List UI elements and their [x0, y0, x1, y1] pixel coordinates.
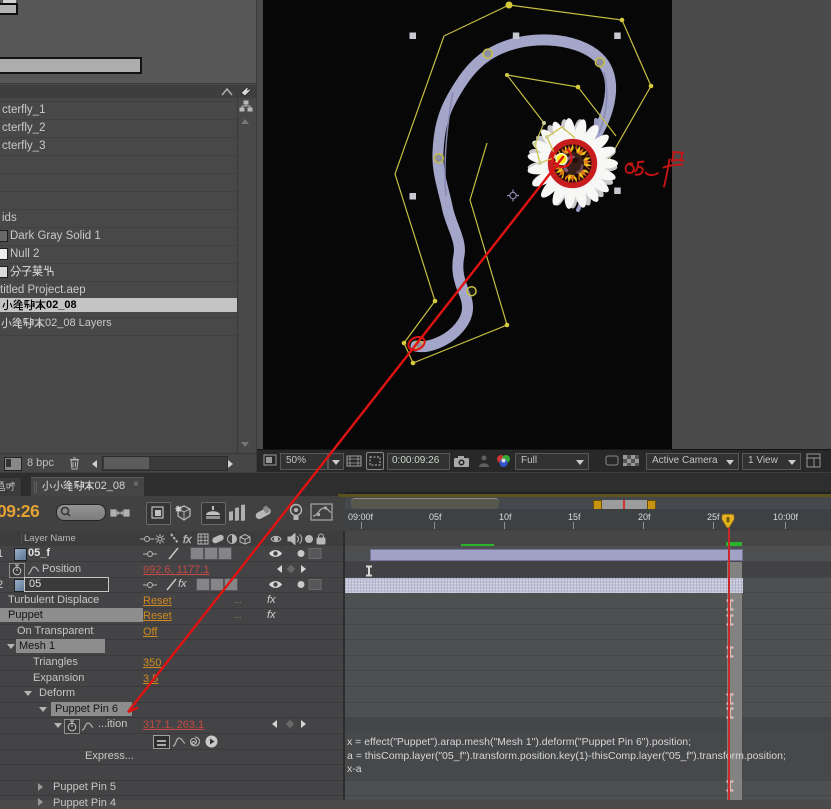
svg-text:fx: fx [183, 534, 192, 545]
